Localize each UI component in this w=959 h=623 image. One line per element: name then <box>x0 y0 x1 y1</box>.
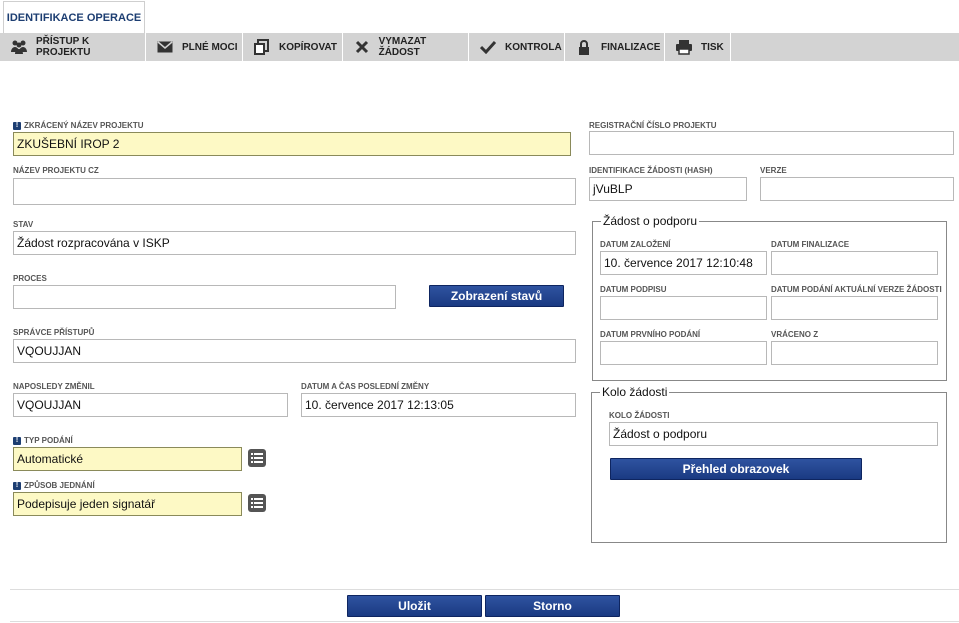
state-label: STAV <box>13 220 34 229</box>
toolbar-label: TISK <box>701 41 724 53</box>
first-submitted-label: DATUM PRVNÍHO PODÁNÍ <box>600 330 701 339</box>
reg-number-label: REGISTRAČNÍ ČÍSLO PROJEKTU <box>589 121 717 130</box>
round-field: Žádost o podporu <box>609 422 938 446</box>
round-label: KOLO ŽÁDOSTI <box>609 411 670 420</box>
screens-overview-button[interactable]: Přehled obrazovek <box>610 458 862 480</box>
version-field <box>760 177 954 201</box>
finalize-button[interactable]: FINALIZACE <box>565 33 665 61</box>
delete-icon <box>353 39 371 55</box>
lock-icon <box>575 39 593 55</box>
access-admin-label: SPRÁVCE PŘÍSTUPŮ <box>13 328 95 337</box>
last-change-time-field: 10. července 2017 12:13:05 <box>301 393 576 417</box>
list-icon <box>251 453 263 463</box>
version-label: VERZE <box>760 166 787 175</box>
required-icon: ! <box>13 481 21 490</box>
reg-number-field <box>589 131 954 155</box>
returned-from-field <box>771 341 938 365</box>
last-changed-by-label: NAPOSLEDY ZMĚNIL <box>13 382 95 391</box>
short-name-field[interactable]: ZKUŠEBNÍ IROP 2 <box>13 132 571 156</box>
toolbar: PŘÍSTUP K PROJEKTU PLNÉ MOCI KOPÍROVAT V… <box>0 33 959 61</box>
name-cz-field[interactable] <box>13 178 576 205</box>
finalized-date-label: DATUM FINALIZACE <box>771 240 850 249</box>
control-button[interactable]: KONTROLA <box>469 33 565 61</box>
process-field[interactable] <box>13 285 396 309</box>
access-admin-field: VQOUJJAN <box>13 339 576 363</box>
last-changed-by-field: VQOUJJAN <box>13 393 288 417</box>
process-label: PROCES <box>13 274 47 283</box>
created-date-field: 10. července 2017 12:10:48 <box>600 251 767 275</box>
toolbar-label: VYMAZAT ŽÁDOST <box>378 36 427 58</box>
list-icon <box>251 498 263 508</box>
toolbar-label: PLNÉ MOCI <box>182 41 238 53</box>
finalized-date-field <box>771 251 938 275</box>
last-change-time-label: DATUM A ČAS POSLEDNÍ ZMĚNY <box>301 382 430 391</box>
people-icon <box>10 39 28 55</box>
support-request-legend: Žádost o podporu <box>601 214 700 228</box>
power-of-attorney-button[interactable]: PLNÉ MOCI <box>146 33 243 61</box>
returned-from-label: VRÁCENO Z <box>771 330 819 339</box>
acting-method-label: ! ZPŮSOB JEDNÁNÍ <box>13 481 95 490</box>
toolbar-label: PŘÍSTUP K PROJEKTU <box>36 36 91 58</box>
name-cz-label: NÁZEV PROJEKTU CZ <box>13 166 99 175</box>
print-button[interactable]: TISK <box>665 33 731 61</box>
first-submitted-field <box>600 341 767 365</box>
envelope-icon <box>156 39 174 55</box>
toolbar-label: FINALIZACE <box>601 41 661 53</box>
copy-icon <box>253 39 271 55</box>
created-date-label: DATUM ZALOŽENÍ <box>600 240 671 249</box>
required-icon: ! <box>13 436 21 445</box>
acting-method-list-button[interactable] <box>248 494 266 512</box>
tab-identifikace-operace[interactable]: IDENTIFIKACE OPERACE <box>3 1 145 33</box>
signed-date-field <box>600 296 767 320</box>
required-icon: ! <box>13 121 21 130</box>
access-project-button[interactable]: PŘÍSTUP K PROJEKTU <box>0 33 146 61</box>
delete-request-button[interactable]: VYMAZAT ŽÁDOST <box>343 33 469 61</box>
footer-bottom-divider <box>10 621 959 622</box>
show-states-button[interactable]: Zobrazení stavů <box>429 285 564 307</box>
hash-label: IDENTIFIKACE ŽÁDOSTI (HASH) <box>589 166 713 175</box>
submission-type-field[interactable]: Automatické <box>13 447 242 471</box>
last-version-submitted-label: DATUM PODÁNÍ AKTUÁLNÍ VERZE ŽÁDOSTI <box>771 285 942 294</box>
copy-button[interactable]: KOPÍROVAT <box>243 33 343 61</box>
hash-field: jVuBLP <box>589 177 747 201</box>
submission-type-label: ! TYP PODÁNÍ <box>13 436 73 445</box>
footer-divider <box>10 589 959 590</box>
save-button[interactable]: Uložit <box>347 595 482 617</box>
state-field: Žádost rozpracována v ISKP <box>13 231 576 255</box>
acting-method-field[interactable]: Podepisuje jeden signatář <box>13 492 242 516</box>
cancel-button[interactable]: Storno <box>485 595 620 617</box>
toolbar-label: KONTROLA <box>505 41 562 53</box>
last-version-submitted-field <box>771 296 938 320</box>
submission-type-list-button[interactable] <box>248 449 266 467</box>
printer-icon <box>675 39 693 55</box>
tab-bar: IDENTIFIKACE OPERACE <box>0 0 959 33</box>
signed-date-label: DATUM PODPISU <box>600 285 667 294</box>
short-name-label: ! ZKRÁCENÝ NÁZEV PROJEKTU <box>13 121 144 130</box>
check-icon <box>479 39 497 55</box>
toolbar-label: KOPÍROVAT <box>279 41 337 53</box>
request-round-legend: Kolo žádosti <box>600 385 670 399</box>
